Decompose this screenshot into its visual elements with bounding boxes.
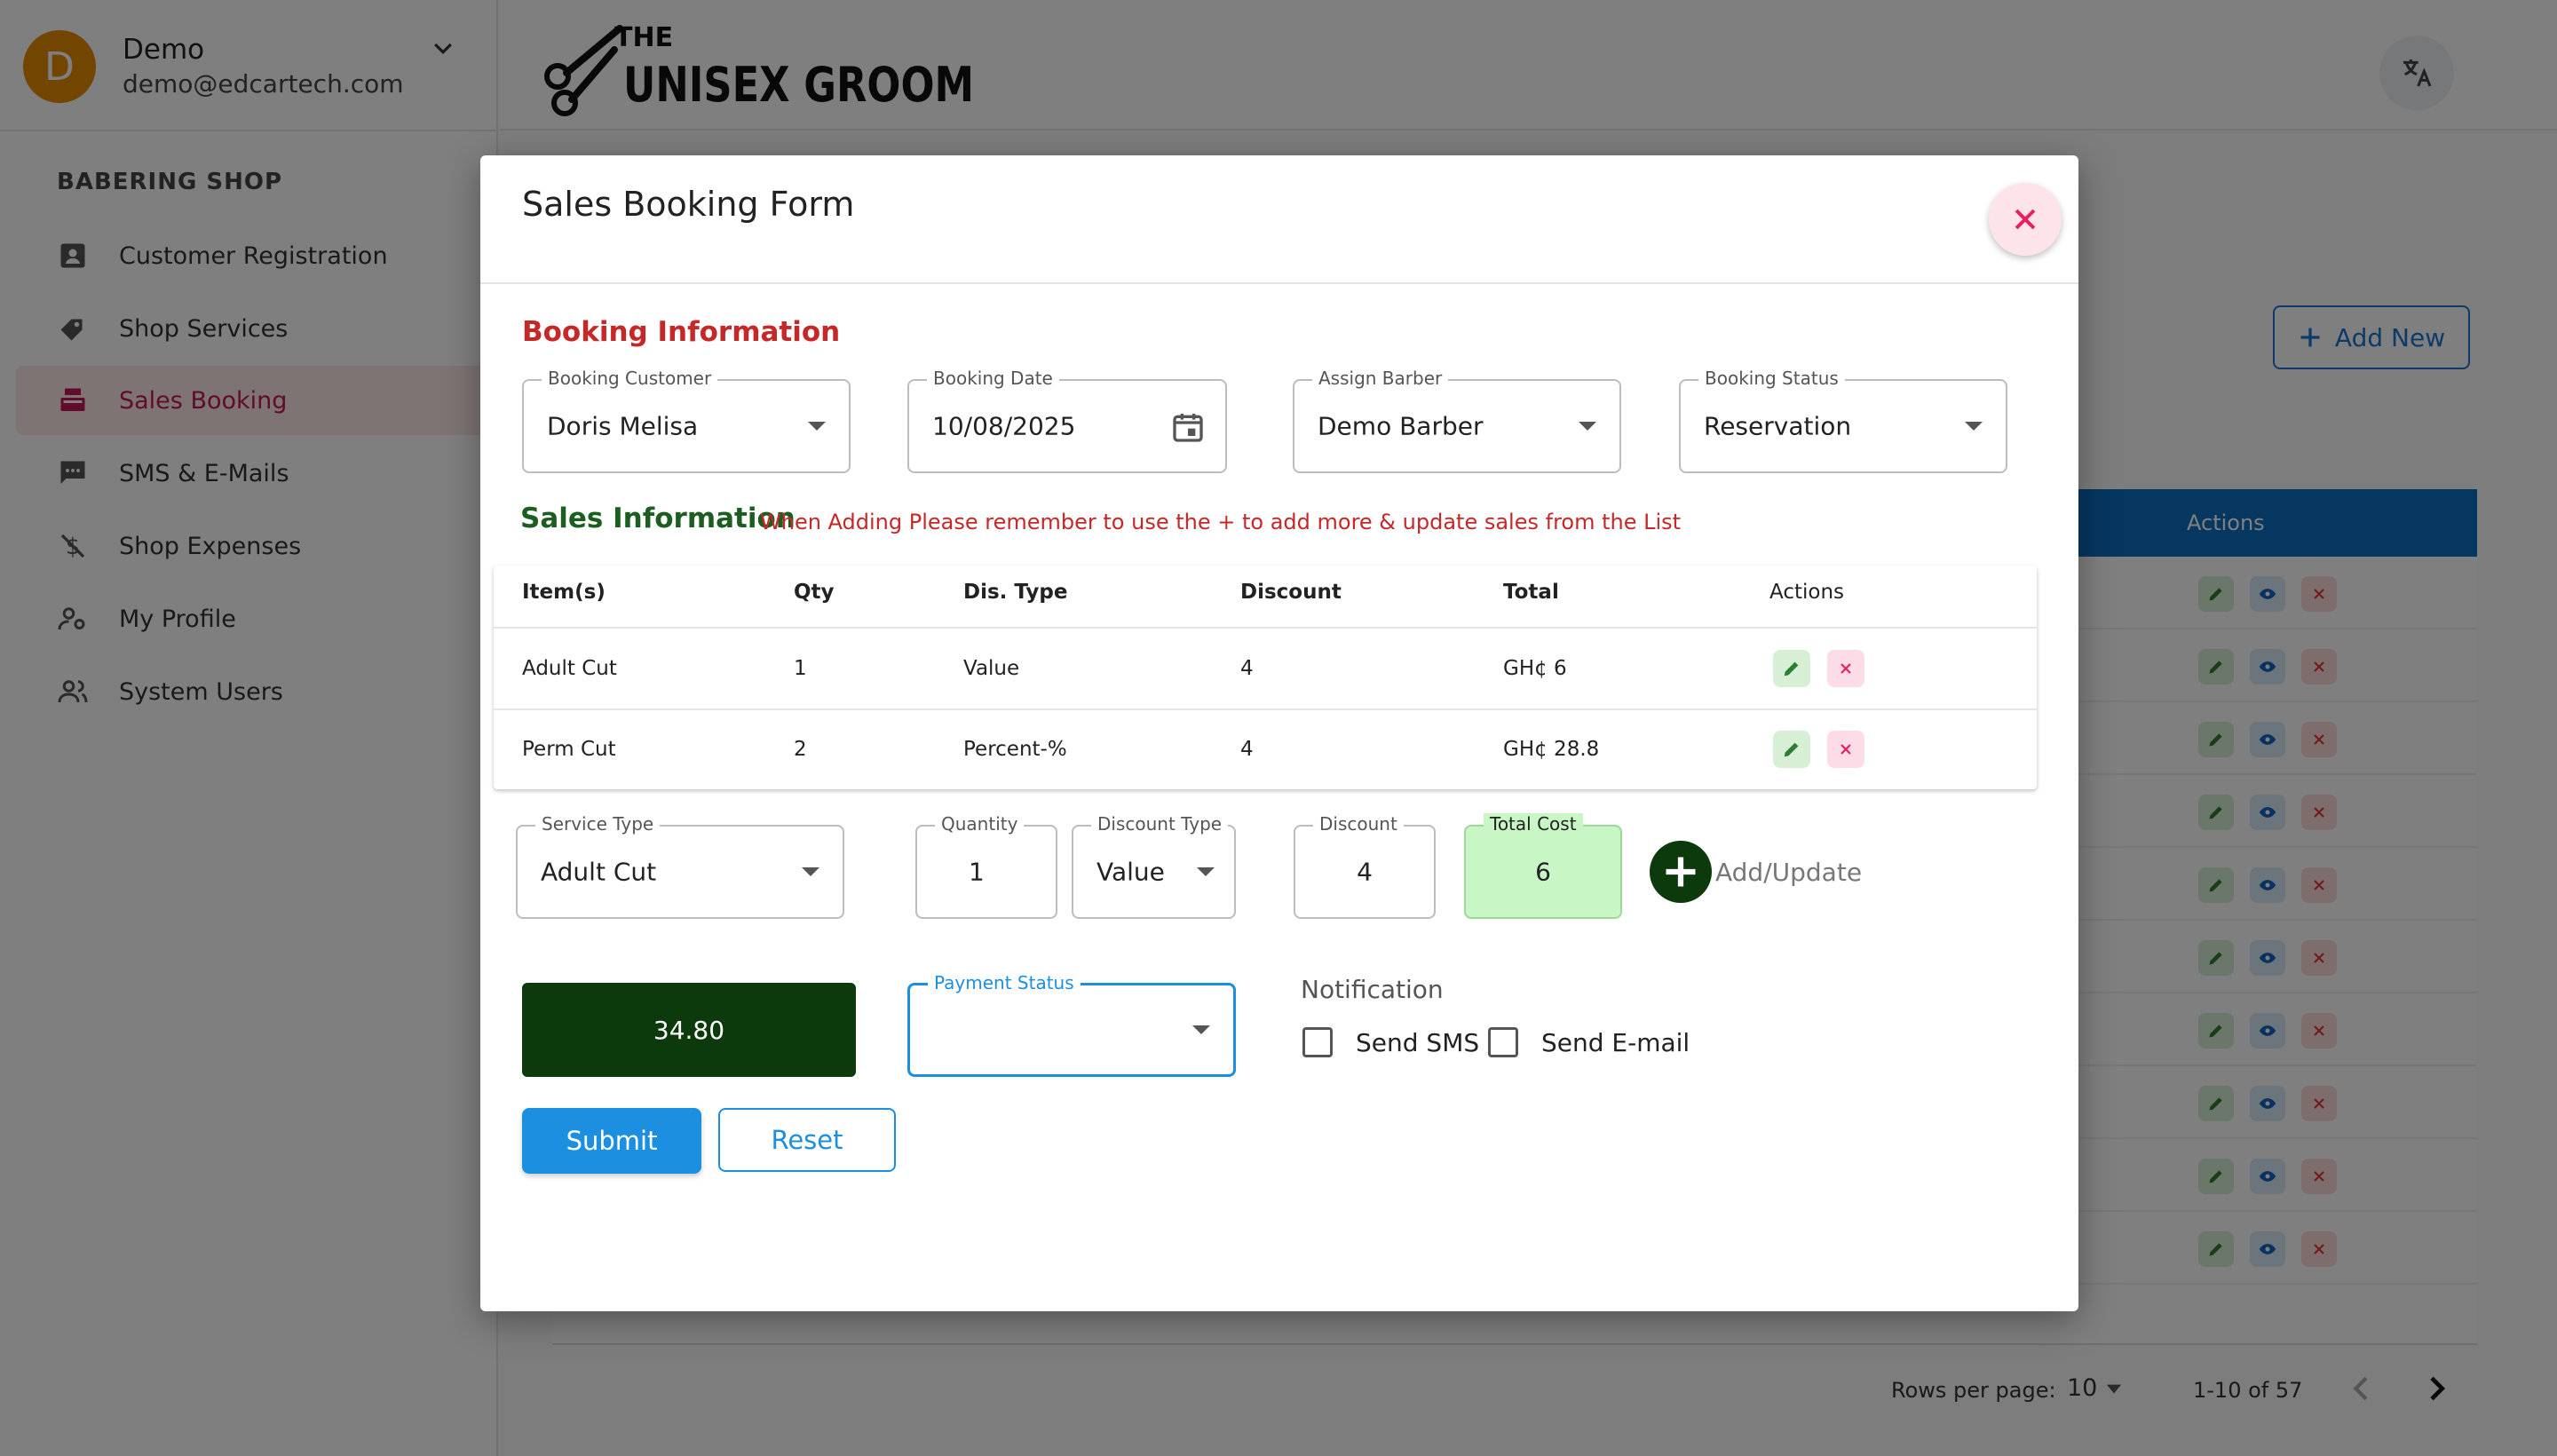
caret-down-icon	[1192, 1025, 1210, 1034]
field-value: 1	[969, 857, 985, 887]
add-update-label[interactable]: Add/Update	[1715, 858, 1862, 887]
field-value: 4	[1357, 857, 1373, 887]
modal-title: Sales Booking Form	[522, 185, 855, 224]
caret-down-icon	[1579, 422, 1596, 431]
caret-down-icon	[808, 422, 826, 431]
field-label: Booking Customer	[542, 368, 718, 389]
column-header-dis-type: Dis. Type	[963, 581, 1068, 604]
field-value: Reservation	[1704, 411, 1852, 441]
cell-item: Perm Cut	[522, 738, 616, 761]
cell-discount: 4	[1240, 738, 1254, 761]
quantity-input[interactable]: Quantity 1	[915, 813, 1057, 919]
discount-input[interactable]: Discount 4	[1294, 813, 1436, 919]
column-header-qty: Qty	[794, 581, 835, 604]
caret-down-icon	[1965, 422, 1983, 431]
caret-down-icon	[1197, 867, 1215, 876]
caret-down-icon	[802, 867, 819, 876]
cell-dis-type: Percent-%	[963, 738, 1067, 761]
discount-type-select[interactable]: Discount Type Value	[1072, 813, 1236, 919]
assign-barber-select[interactable]: Assign Barber Demo Barber	[1293, 368, 1621, 473]
field-value: Doris Melisa	[547, 411, 699, 441]
cell-dis-type: Value	[963, 657, 1020, 680]
send-email-checkbox[interactable]	[1488, 1027, 1518, 1057]
table-row: Perm Cut 2 Percent-% 4 GH¢ 28.8	[494, 710, 2037, 788]
send-email-label[interactable]: Send E-mail	[1541, 1028, 1690, 1057]
plus-icon	[1666, 857, 1696, 887]
field-label: Service Type	[535, 813, 661, 835]
close-icon	[1841, 663, 1851, 674]
booking-customer-select[interactable]: Booking Customer Doris Melisa	[522, 368, 851, 473]
booking-info-heading: Booking Information	[522, 316, 841, 348]
booking-date-field[interactable]: Booking Date 10/08/2025	[907, 368, 1227, 473]
delete-button[interactable]	[1827, 731, 1864, 768]
cell-qty: 1	[794, 657, 807, 680]
booking-status-select[interactable]: Booking Status Reservation	[1679, 368, 2007, 473]
total-cost-field: Total Cost 6	[1464, 813, 1622, 919]
cell-qty: 2	[794, 738, 807, 761]
delete-button[interactable]	[1827, 650, 1864, 687]
close-icon	[1841, 744, 1851, 755]
field-label: Total Cost	[1484, 813, 1583, 835]
send-sms-label[interactable]: Send SMS	[1356, 1028, 1479, 1057]
field-label: Discount Type	[1091, 813, 1229, 835]
notification-label: Notification	[1301, 975, 1444, 1004]
cell-total: GH¢ 28.8	[1503, 738, 1600, 761]
payment-status-select[interactable]: Payment Status	[907, 972, 1236, 1077]
cell-item: Adult Cut	[522, 657, 617, 680]
field-label: Assign Barber	[1312, 368, 1449, 389]
divider	[480, 282, 2078, 284]
field-value: 10/08/2025	[932, 411, 1076, 441]
column-header-items: Item(s)	[522, 581, 606, 604]
field-label: Booking Status	[1698, 368, 1845, 389]
field-value: Value	[1096, 857, 1165, 887]
field-value: Adult Cut	[541, 857, 657, 887]
edit-button[interactable]	[1773, 731, 1810, 768]
send-sms-checkbox[interactable]	[1302, 1027, 1333, 1057]
sales-info-heading: Sales Information	[520, 502, 796, 534]
column-header-actions: Actions	[1769, 581, 1845, 604]
pencil-icon	[1784, 742, 1799, 757]
cell-total: GH¢ 6	[1503, 657, 1567, 680]
close-icon	[2015, 209, 2036, 230]
sales-info-note: When Adding Please remember to use the +…	[760, 510, 1682, 534]
reset-button[interactable]: Reset	[718, 1108, 896, 1172]
submit-button[interactable]: Submit	[522, 1108, 701, 1174]
column-header-discount: Discount	[1240, 581, 1342, 604]
cell-discount: 4	[1240, 657, 1254, 680]
field-label: Payment Status	[928, 972, 1081, 993]
calendar-icon[interactable]	[1170, 408, 1206, 450]
table-row: Adult Cut 1 Value 4 GH¢ 6	[494, 629, 2037, 708]
edit-button[interactable]	[1773, 650, 1810, 687]
grand-total-display: 34.80	[522, 983, 856, 1077]
field-label: Quantity	[935, 813, 1025, 835]
field-value: Demo Barber	[1318, 411, 1484, 441]
field-label: Discount	[1313, 813, 1404, 835]
field-value: 6	[1535, 857, 1551, 887]
add-update-button[interactable]	[1650, 841, 1712, 903]
service-type-select[interactable]: Service Type Adult Cut	[516, 813, 844, 919]
close-button[interactable]	[1989, 183, 2062, 256]
column-header-total: Total	[1503, 581, 1559, 604]
field-label: Booking Date	[927, 368, 1059, 389]
pencil-icon	[1784, 661, 1799, 677]
